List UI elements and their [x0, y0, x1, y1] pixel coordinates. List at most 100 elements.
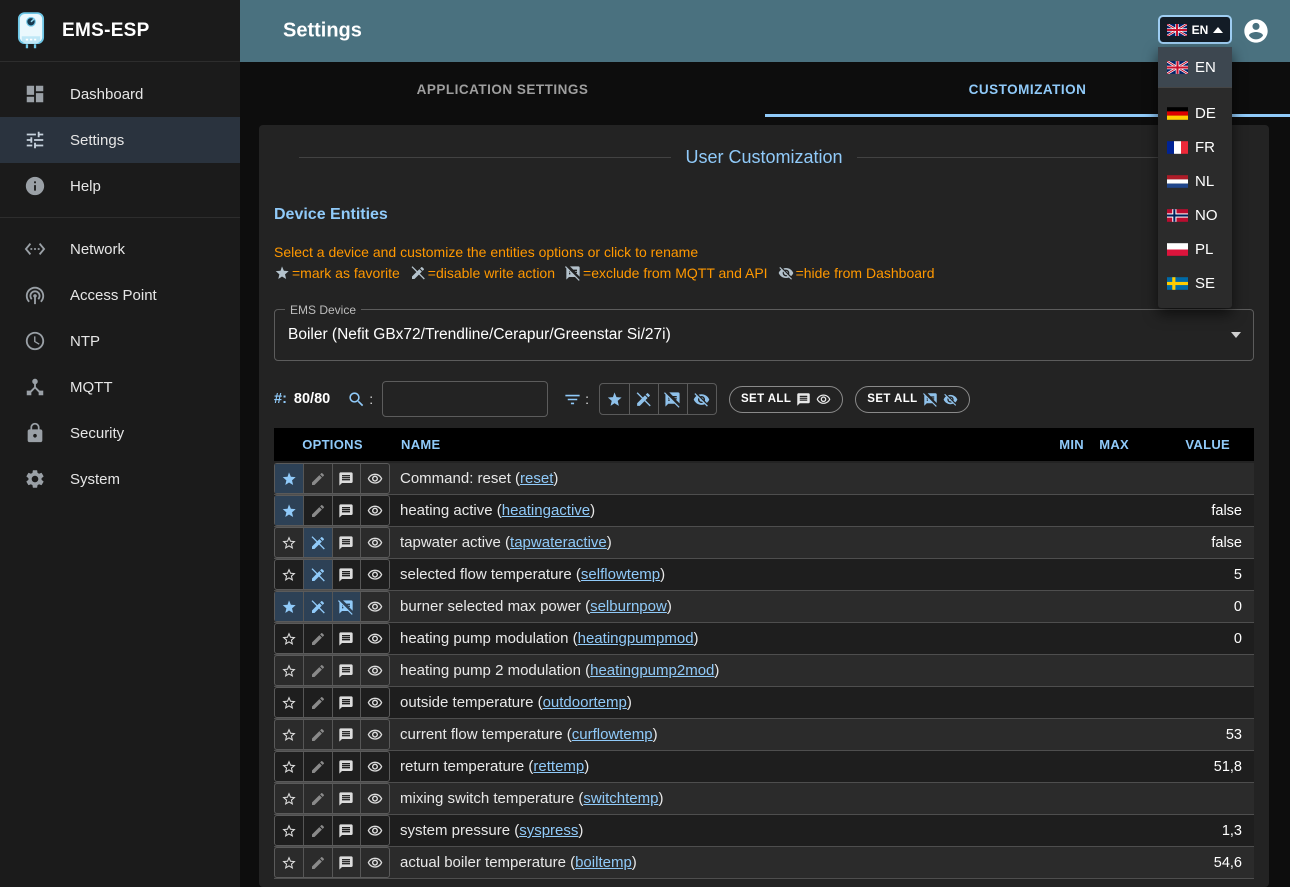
favorite-toggle[interactable]	[275, 848, 303, 877]
filter-toggle-chat-off[interactable]	[658, 384, 687, 414]
filter-toggle-eye-off[interactable]	[687, 384, 716, 414]
entity-shortname-link[interactable]: boiltemp	[575, 854, 632, 871]
write-toggle[interactable]	[303, 496, 332, 525]
language-option-no[interactable]: NO	[1158, 198, 1232, 232]
visibility-toggle[interactable]	[360, 528, 389, 557]
language-option-de[interactable]: DE	[1158, 96, 1232, 130]
visibility-toggle[interactable]	[360, 624, 389, 653]
entity-name[interactable]: outside temperature (outdoortemp)	[390, 687, 1039, 718]
write-toggle[interactable]	[303, 560, 332, 589]
filter-toggle-pencil-off[interactable]	[629, 384, 658, 414]
favorite-toggle[interactable]	[275, 496, 303, 525]
mqtt-exclude-toggle[interactable]	[332, 688, 361, 717]
visibility-toggle[interactable]	[360, 464, 389, 493]
entity-name[interactable]: return temperature (rettemp)	[390, 751, 1039, 782]
visibility-toggle[interactable]	[360, 752, 389, 781]
favorite-toggle[interactable]	[275, 784, 303, 813]
language-option-nl[interactable]: NL	[1158, 164, 1232, 198]
set-all-hidden-button[interactable]: SET ALL	[855, 386, 969, 413]
visibility-toggle[interactable]	[360, 720, 389, 749]
entity-shortname-link[interactable]: selflowtemp	[581, 566, 660, 583]
write-toggle[interactable]	[303, 720, 332, 749]
write-toggle[interactable]	[303, 688, 332, 717]
visibility-toggle[interactable]	[360, 496, 389, 525]
mqtt-exclude-toggle[interactable]	[332, 816, 361, 845]
sidebar-item-dashboard[interactable]: Dashboard	[0, 71, 240, 117]
mqtt-exclude-toggle[interactable]	[332, 720, 361, 749]
write-toggle[interactable]	[303, 656, 332, 685]
language-selector-button[interactable]: EN	[1158, 15, 1232, 44]
visibility-toggle[interactable]	[360, 656, 389, 685]
write-toggle[interactable]	[303, 592, 332, 621]
write-toggle[interactable]	[303, 784, 332, 813]
sidebar-item-network[interactable]: Network	[0, 226, 240, 272]
mqtt-exclude-toggle[interactable]	[332, 464, 361, 493]
language-option-pl[interactable]: PL	[1158, 232, 1232, 266]
entity-name[interactable]: selected flow temperature (selflowtemp)	[390, 559, 1039, 590]
visibility-toggle[interactable]	[360, 816, 389, 845]
entity-name[interactable]: actual boiler temperature (boiltemp)	[390, 847, 1039, 878]
write-toggle[interactable]	[303, 528, 332, 557]
favorite-toggle[interactable]	[275, 688, 303, 717]
visibility-toggle[interactable]	[360, 784, 389, 813]
entity-shortname-link[interactable]: switchtemp	[583, 790, 658, 807]
entity-name[interactable]: tapwater active (tapwateractive)	[390, 527, 1039, 558]
sidebar-item-ntp[interactable]: NTP	[0, 318, 240, 364]
entity-name[interactable]: burner selected max power (selburnpow)	[390, 591, 1039, 622]
mqtt-exclude-toggle[interactable]	[332, 784, 361, 813]
favorite-toggle[interactable]	[275, 816, 303, 845]
entity-shortname-link[interactable]: rettemp	[533, 758, 584, 775]
account-circle-icon[interactable]	[1242, 17, 1270, 45]
visibility-toggle[interactable]	[360, 592, 389, 621]
entity-name[interactable]: system pressure (syspress)	[390, 815, 1039, 846]
mqtt-exclude-toggle[interactable]	[332, 592, 361, 621]
favorite-toggle[interactable]	[275, 528, 303, 557]
write-toggle[interactable]	[303, 624, 332, 653]
favorite-toggle[interactable]	[275, 592, 303, 621]
entity-shortname-link[interactable]: tapwateractive	[510, 534, 607, 551]
visibility-toggle[interactable]	[360, 848, 389, 877]
entity-shortname-link[interactable]: selburnpow	[590, 598, 667, 615]
entity-shortname-link[interactable]: heatingpumpmod	[578, 630, 694, 647]
mqtt-exclude-toggle[interactable]	[332, 656, 361, 685]
sidebar-item-mqtt[interactable]: MQTT	[0, 364, 240, 410]
sidebar-item-settings[interactable]: Settings	[0, 117, 240, 163]
entity-name[interactable]: heating pump 2 modulation (heatingpump2m…	[390, 655, 1039, 686]
entity-shortname-link[interactable]: curflowtemp	[572, 726, 653, 743]
entity-name[interactable]: heating pump modulation (heatingpumpmod)	[390, 623, 1039, 654]
set-all-visible-button[interactable]: SET ALL	[729, 386, 843, 413]
sidebar-item-help[interactable]: Help	[0, 163, 240, 209]
visibility-toggle[interactable]	[360, 688, 389, 717]
write-toggle[interactable]	[303, 816, 332, 845]
mqtt-exclude-toggle[interactable]	[332, 528, 361, 557]
mqtt-exclude-toggle[interactable]	[332, 560, 361, 589]
favorite-toggle[interactable]	[275, 720, 303, 749]
entity-shortname-link[interactable]: heatingactive	[502, 502, 590, 519]
mqtt-exclude-toggle[interactable]	[332, 624, 361, 653]
favorite-toggle[interactable]	[275, 560, 303, 589]
filter-toggle-star[interactable]	[600, 384, 629, 414]
mqtt-exclude-toggle[interactable]	[332, 752, 361, 781]
search-input[interactable]	[382, 381, 548, 417]
sidebar-item-security[interactable]: Security	[0, 410, 240, 456]
write-toggle[interactable]	[303, 848, 332, 877]
favorite-toggle[interactable]	[275, 464, 303, 493]
tab-application-settings[interactable]: APPLICATION SETTINGS	[240, 62, 765, 117]
language-option-se[interactable]: SE	[1158, 266, 1232, 300]
write-toggle[interactable]	[303, 464, 332, 493]
entity-name[interactable]: mixing switch temperature (switchtemp)	[390, 783, 1039, 814]
sidebar-item-system[interactable]: System	[0, 456, 240, 502]
entity-shortname-link[interactable]: reset	[520, 470, 553, 487]
entity-name[interactable]: Command: reset (reset)	[390, 463, 1039, 494]
visibility-toggle[interactable]	[360, 560, 389, 589]
favorite-toggle[interactable]	[275, 752, 303, 781]
entity-shortname-link[interactable]: outdoortemp	[543, 694, 627, 711]
write-toggle[interactable]	[303, 752, 332, 781]
favorite-toggle[interactable]	[275, 624, 303, 653]
ems-device-select[interactable]: EMS Device Boiler (Nefit GBx72/Trendline…	[274, 309, 1254, 361]
mqtt-exclude-toggle[interactable]	[332, 848, 361, 877]
language-option-en[interactable]: EN	[1158, 47, 1232, 87]
language-option-fr[interactable]: FR	[1158, 130, 1232, 164]
sidebar-item-access-point[interactable]: Access Point	[0, 272, 240, 318]
entity-shortname-link[interactable]: heatingpump2mod	[590, 662, 714, 679]
